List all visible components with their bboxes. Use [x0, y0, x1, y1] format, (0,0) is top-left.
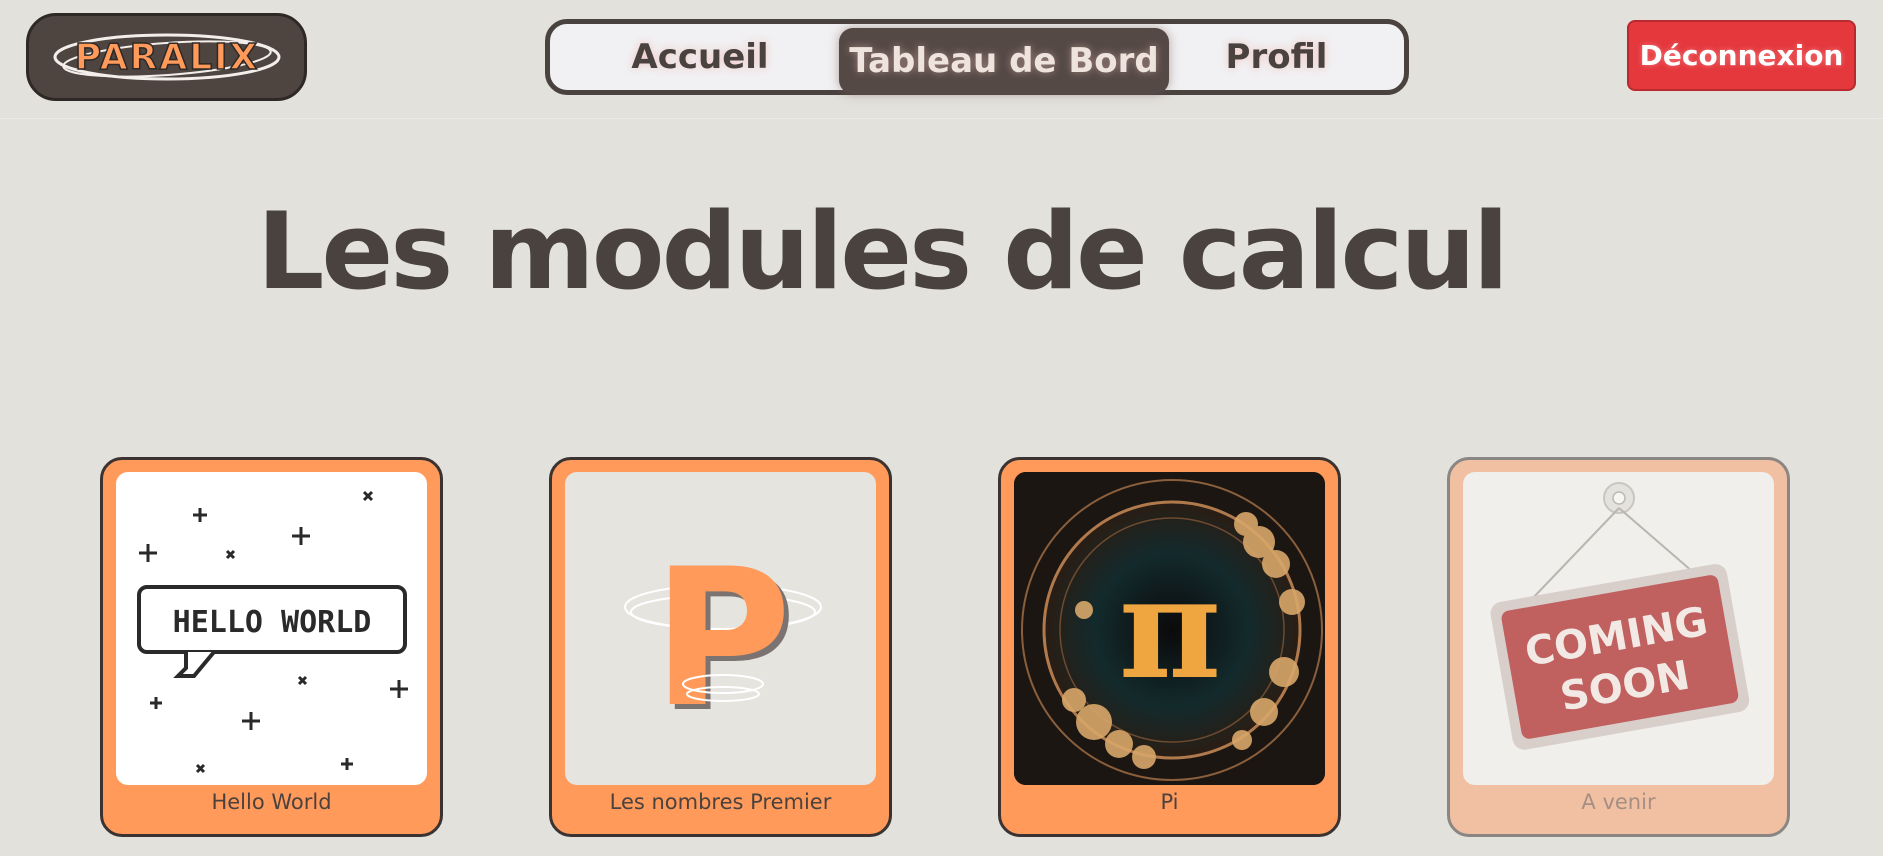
pi-image: π	[1014, 472, 1325, 785]
coming-soon-sign-icon: COMING SOON	[1490, 482, 1750, 750]
hello-world-image: HELLO WORLD	[116, 472, 427, 785]
hello-world-image-text: HELLO WORLD	[173, 605, 372, 640]
module-card-a-venir: COMING SOON A venir	[1447, 457, 1790, 837]
nav-item-tableau-de-bord[interactable]: Tableau de Bord	[839, 28, 1169, 94]
module-card-label: Hello World	[211, 790, 332, 814]
page-title-wrapper: Les modules de calcul	[0, 190, 1883, 313]
letter-p-front: P	[652, 528, 791, 749]
logo-graphic: PARALIX	[53, 33, 280, 81]
hello-world-pixel-art-icon: HELLO WORLD	[137, 490, 408, 774]
nav-item-accueil[interactable]: Accueil	[550, 24, 850, 90]
module-card-pi[interactable]: π Pi	[998, 457, 1341, 837]
module-card-label: Pi	[1160, 790, 1179, 814]
letter-p-logo-icon: P P	[624, 528, 822, 754]
logout-button[interactable]: Déconnexion	[1627, 20, 1856, 91]
pi-symbol: π	[1119, 547, 1221, 711]
main-nav: Accueil Tableau de Bord Profil	[545, 19, 1409, 95]
module-card-label: A venir	[1581, 790, 1656, 814]
nombres-premier-image: P P	[565, 472, 876, 785]
nav-item-profil[interactable]: Profil	[1149, 24, 1404, 90]
logo-text: PARALIX	[74, 37, 259, 78]
pi-cosmic-art-icon: π	[1014, 472, 1325, 785]
module-card-label: Les nombres Premier	[609, 790, 832, 814]
module-card-nombres-premier[interactable]: P P Les nombres Premier	[549, 457, 892, 837]
paralix-logo[interactable]: PARALIX	[26, 13, 307, 101]
module-card-hello-world[interactable]: HELLO WORLD Hello World	[100, 457, 443, 837]
page-title: Les modules de calcul	[256, 190, 1509, 313]
header: PARALIX Accueil Tableau de Bord Profil D…	[0, 0, 1883, 119]
coming-soon-image: COMING SOON	[1463, 472, 1774, 785]
